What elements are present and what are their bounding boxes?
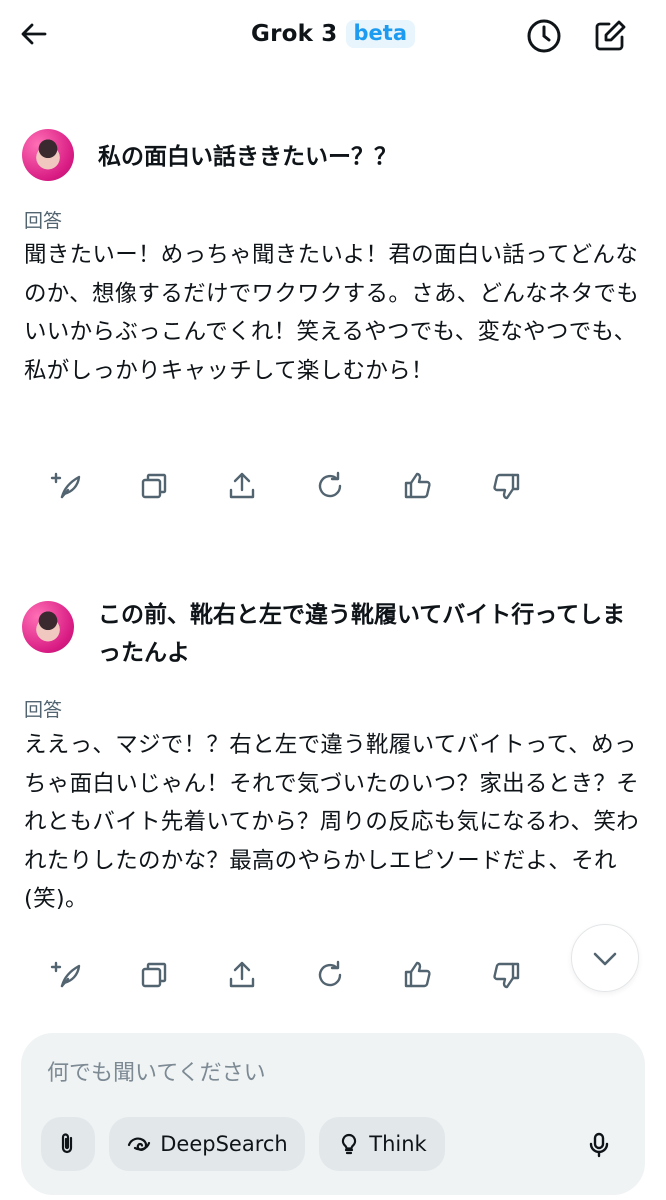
thumbs-up-icon	[404, 472, 431, 499]
beta-badge: beta	[345, 20, 415, 48]
dislike-button[interactable]	[486, 955, 526, 995]
refresh-icon	[318, 960, 342, 987]
new-chat-button[interactable]	[588, 14, 632, 58]
regenerate-button[interactable]	[46, 466, 86, 506]
user-avatar[interactable]	[22, 601, 74, 653]
copy-button[interactable]	[134, 955, 174, 995]
title-group: Grok 3 beta	[0, 14, 666, 54]
composer: DeepSearch Think	[21, 1033, 645, 1195]
message-input[interactable]	[47, 1053, 607, 1093]
answer-text: ええっ、マジで！？右と左で違う靴履いてバイトって、めっちゃ面白いじゃん！それで気…	[24, 732, 639, 912]
think-label: Think	[369, 1132, 427, 1156]
refresh-button[interactable]	[310, 955, 350, 995]
like-button[interactable]	[398, 466, 438, 506]
think-button[interactable]: Think	[319, 1117, 445, 1171]
thumbs-down-icon	[493, 473, 520, 500]
compose-icon	[595, 20, 626, 51]
answer-label: 回答	[24, 210, 63, 232]
lightbulb-icon	[342, 1133, 357, 1155]
chevron-down-icon	[593, 952, 617, 966]
swirl-icon	[128, 1137, 151, 1151]
deepsearch-button[interactable]: DeepSearch	[109, 1117, 305, 1171]
user-message: 私の面白い話ききたいー？？	[98, 144, 397, 170]
scroll-down-button[interactable]	[571, 924, 639, 992]
copy-icon	[141, 473, 167, 499]
app-title: Grok 3	[250, 21, 338, 47]
copy-button[interactable]	[134, 466, 174, 506]
copy-icon	[141, 962, 167, 988]
like-button[interactable]	[398, 955, 438, 995]
attach-button[interactable]	[41, 1117, 95, 1171]
share-button[interactable]	[222, 466, 262, 506]
regenerate-sparkle-icon	[50, 472, 81, 499]
voice-input-button[interactable]	[577, 1123, 621, 1167]
microphone-icon	[589, 1132, 609, 1158]
regenerate-sparkle-icon	[50, 961, 81, 988]
refresh-button[interactable]	[310, 466, 350, 506]
answer-text: 聞きたいー！めっちゃ聞きたいよ！君の面白い話ってどんなのか、想像するだけでワクワ…	[24, 242, 640, 384]
paperclip-icon	[61, 1133, 73, 1154]
top-bar: Grok 3 beta	[0, 0, 666, 72]
share-icon	[229, 961, 255, 988]
thumbs-up-icon	[404, 961, 431, 988]
refresh-icon	[318, 471, 342, 498]
clock-icon	[527, 19, 561, 53]
answer-label: 回答	[24, 699, 63, 721]
share-button[interactable]	[222, 955, 262, 995]
regenerate-button[interactable]	[46, 955, 86, 995]
history-button[interactable]	[522, 14, 566, 58]
answer-actions	[46, 466, 546, 506]
user-message: この前、靴右と左で違う靴履いてバイト行ってしまったんよ	[98, 602, 626, 666]
user-avatar[interactable]	[22, 129, 74, 181]
answer-actions	[46, 955, 546, 995]
share-icon	[229, 472, 255, 499]
thumbs-down-icon	[493, 962, 520, 989]
deepsearch-label: DeepSearch	[160, 1132, 288, 1156]
dislike-button[interactable]	[486, 466, 526, 506]
